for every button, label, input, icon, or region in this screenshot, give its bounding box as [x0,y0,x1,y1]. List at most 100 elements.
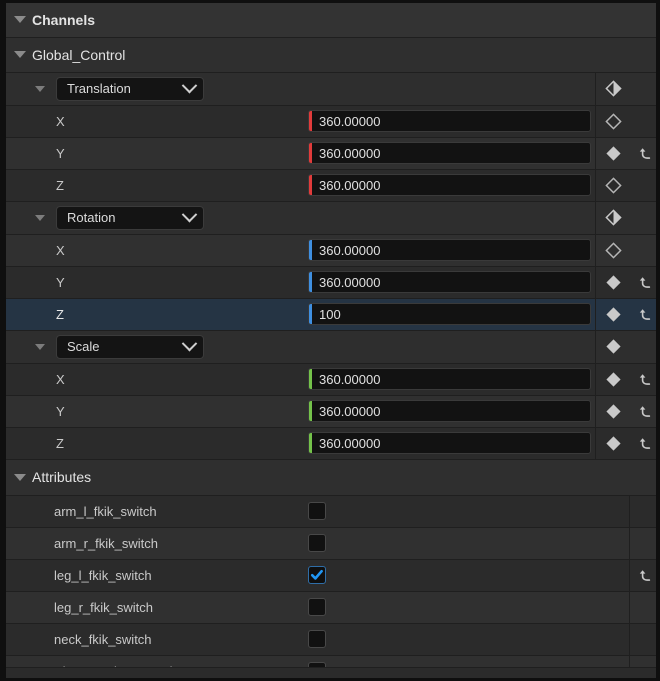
channel-value-text: 100 [319,307,341,322]
channel-row-rotation-z[interactable]: Z100 [6,299,656,331]
triangle-down-icon[interactable] [35,86,45,92]
attribute-row-show_body_controls[interactable]: Show_Body_Controls [6,656,656,667]
channel-value-field-wrapper: 360.00000 [308,400,591,422]
channel-row-translation-x[interactable]: X360.00000 [6,106,656,138]
channel-row-scale-x[interactable]: X360.00000 [6,364,656,396]
object-section-header[interactable]: Global_Control [6,38,656,73]
attribute-row-neck_fkik_switch[interactable]: neck_fkik_switch [6,624,656,656]
keyframe-filled-icon[interactable] [596,274,630,291]
channel-box-panel: Channels Global_Control Translation X360.… [0,0,660,681]
checkbox-icon[interactable] [308,662,326,667]
undo-arrow-icon[interactable] [630,371,656,388]
attribute-label: leg_l_fkik_switch [54,568,152,583]
triangle-down-icon[interactable] [35,215,45,221]
keyframe-outline-icon[interactable] [596,113,630,130]
keyframe-column [595,235,656,266]
undo-arrow-icon[interactable] [630,435,656,452]
checkbox-icon[interactable] [308,566,326,584]
axis-color-bar [309,175,312,195]
channel-value-input[interactable]: 100 [308,303,591,325]
axis-color-bar [309,401,312,421]
undo-arrow-icon[interactable] [630,306,656,323]
attributes-section-header[interactable]: Attributes [6,460,656,496]
channel-row-translation-y[interactable]: Y360.00000 [6,138,656,170]
undo-arrow-icon[interactable] [630,403,656,420]
keyframe-filled-icon[interactable] [596,306,630,323]
keyframe-column [595,299,656,330]
keyframe-column [595,396,656,427]
attribute-row-arm_r_fkik_switch[interactable]: arm_r_fkik_switch [6,528,656,560]
group-dropdown-label: Scale [67,339,100,354]
keyframe-half-icon[interactable] [596,209,630,226]
keyframe-half-icon[interactable] [596,80,630,97]
attribute-label: arm_l_fkik_switch [54,504,157,519]
channel-label: Z [56,436,64,451]
channel-value-field-wrapper: 360.00000 [308,368,591,390]
axis-color-bar [309,240,312,260]
keyframe-column [595,331,656,363]
channel-value-input[interactable]: 360.00000 [308,239,591,261]
channel-value-text: 360.00000 [319,404,380,419]
channel-value-input[interactable]: 360.00000 [308,400,591,422]
checkbox-icon[interactable] [308,534,326,552]
channel-group-scale[interactable]: Scale [6,331,656,364]
triangle-down-icon[interactable] [14,51,26,58]
chevron-down-icon[interactable] [182,336,198,352]
channels-section-header[interactable]: Channels [6,3,656,38]
group-dropdown-translation[interactable]: Translation [56,77,204,101]
attribute-row-leg_r_fkik_switch[interactable]: leg_r_fkik_switch [6,592,656,624]
keyframe-column [595,364,656,395]
channel-value-text: 360.00000 [319,178,380,193]
channel-label: Y [56,275,65,290]
channel-row-scale-y[interactable]: Y 360.00000 [6,396,656,428]
attribute-checkbox-wrapper [308,566,326,584]
channel-group-rotation[interactable]: Rotation [6,202,656,235]
channel-row-rotation-x[interactable]: X360.00000 [6,235,656,267]
channel-value-input[interactable]: 360.00000 [308,432,591,454]
channel-value-input[interactable]: 360.00000 [308,271,591,293]
keyframe-filled-icon[interactable] [596,145,630,162]
keyframe-filled-icon[interactable] [596,371,630,388]
checkbox-icon[interactable] [308,630,326,648]
chevron-down-icon[interactable] [182,78,198,94]
triangle-down-icon[interactable] [14,16,26,23]
axis-color-bar [309,304,312,324]
keyframe-outline-icon[interactable] [596,242,630,259]
triangle-down-icon[interactable] [14,474,26,481]
keyframe-filled-icon[interactable] [596,435,630,452]
channel-value-field-wrapper: 360.00000 [308,239,591,261]
undo-arrow-icon[interactable] [630,274,656,291]
channel-row-translation-z[interactable]: Z360.00000 [6,170,656,202]
keyframe-column [595,170,656,201]
chevron-down-icon[interactable] [182,207,198,223]
channel-value-input[interactable]: 360.00000 [308,368,591,390]
attribute-row-arm_l_fkik_switch[interactable]: arm_l_fkik_switch [6,496,656,528]
axis-color-bar [309,433,312,453]
channel-rows-container: Translation X360.00000 Y 360.00000 Z 360.0000… [6,73,656,667]
group-dropdown-scale[interactable]: Scale [56,335,204,359]
undo-arrow-icon[interactable] [630,145,656,162]
undo-arrow-icon[interactable] [630,567,656,584]
keyframe-filled-icon[interactable] [596,338,630,355]
attribute-checkbox-wrapper [308,502,326,520]
keyframe-column [595,138,656,169]
channel-group-translation[interactable]: Translation [6,73,656,106]
channel-value-input[interactable]: 360.00000 [308,142,591,164]
channel-value-input[interactable]: 360.00000 [308,174,591,196]
channel-value-input[interactable]: 360.00000 [308,110,591,132]
checkbox-icon[interactable] [308,502,326,520]
keyframe-filled-icon[interactable] [596,403,630,420]
panel-bottom-filler [6,667,656,678]
channel-row-scale-z[interactable]: Z 360.00000 [6,428,656,460]
channel-label: Y [56,404,65,419]
channel-row-rotation-y[interactable]: Y 360.00000 [6,267,656,299]
channel-value-text: 360.00000 [319,275,380,290]
group-dropdown-rotation[interactable]: Rotation [56,206,204,230]
keyframe-outline-icon[interactable] [596,177,630,194]
triangle-down-icon[interactable] [35,344,45,350]
channel-value-field-wrapper: 360.00000 [308,142,591,164]
checkbox-icon[interactable] [308,598,326,616]
attribute-row-leg_l_fkik_switch[interactable]: leg_l_fkik_switch [6,560,656,592]
channel-value-field-wrapper: 360.00000 [308,271,591,293]
channel-value-text: 360.00000 [319,114,380,129]
